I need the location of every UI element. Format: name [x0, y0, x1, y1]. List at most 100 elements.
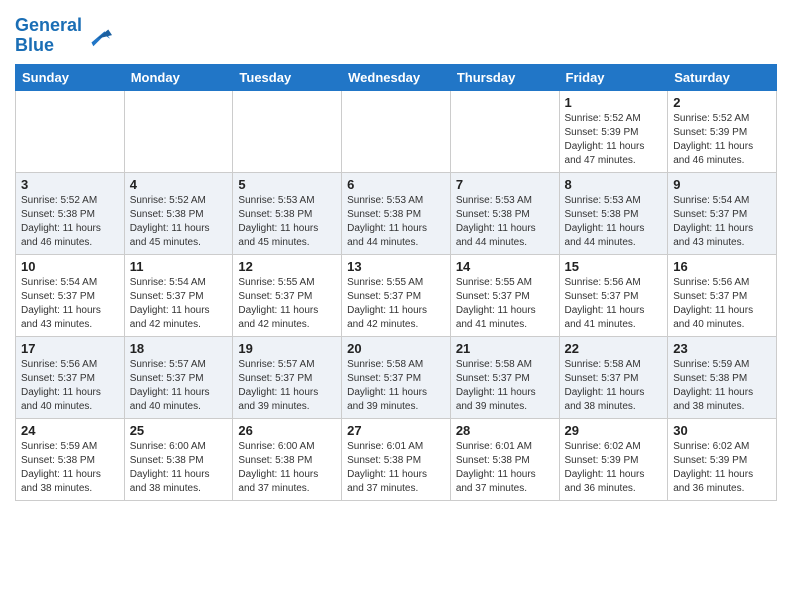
calendar-week-row: 24 Sunrise: 5:59 AM Sunset: 5:38 PM Dayli…	[16, 418, 777, 500]
calendar-cell: 12 Sunrise: 5:55 AM Sunset: 5:37 PM Dayli…	[233, 254, 342, 336]
calendar-cell: 19 Sunrise: 5:57 AM Sunset: 5:37 PM Dayli…	[233, 336, 342, 418]
day-info: Sunrise: 5:57 AM Sunset: 5:37 PM Dayligh…	[130, 358, 228, 414]
day-number: 14	[456, 259, 554, 274]
day-number: 26	[238, 423, 336, 438]
logo: General Blue	[15, 16, 112, 56]
calendar-cell: 7 Sunrise: 5:53 AM Sunset: 5:38 PM Daylig…	[450, 172, 559, 254]
calendar-cell: 21 Sunrise: 5:58 AM Sunset: 5:37 PM Dayli…	[450, 336, 559, 418]
day-info: Sunrise: 5:58 AM Sunset: 5:37 PM Dayligh…	[565, 358, 663, 414]
weekday-header-friday: Friday	[559, 64, 668, 90]
day-info: Sunrise: 5:53 AM Sunset: 5:38 PM Dayligh…	[347, 194, 445, 250]
calendar-week-row: 3 Sunrise: 5:52 AM Sunset: 5:38 PM Daylig…	[16, 172, 777, 254]
day-info: Sunrise: 5:58 AM Sunset: 5:37 PM Dayligh…	[456, 358, 554, 414]
day-number: 7	[456, 177, 554, 192]
day-info: Sunrise: 6:01 AM Sunset: 5:38 PM Dayligh…	[347, 440, 445, 496]
day-info: Sunrise: 5:59 AM Sunset: 5:38 PM Dayligh…	[21, 440, 119, 496]
calendar-cell	[16, 90, 125, 172]
calendar-week-row: 17Sunrise: 5:56 AM Sunset: 5:37 PM Dayli…	[16, 336, 777, 418]
header: General Blue	[15, 10, 777, 56]
day-number: 9	[673, 177, 771, 192]
day-number: 20	[347, 341, 445, 356]
day-info: Sunrise: 5:53 AM Sunset: 5:38 PM Dayligh…	[456, 194, 554, 250]
calendar-cell: 16 Sunrise: 5:56 AM Sunset: 5:37 PM Dayli…	[668, 254, 777, 336]
day-info: Sunrise: 5:59 AM Sunset: 5:38 PM Dayligh…	[673, 358, 771, 414]
day-info: Sunrise: 5:56 AM Sunset: 5:37 PM Dayligh…	[565, 276, 663, 332]
day-number: 23	[673, 341, 771, 356]
day-number: 21	[456, 341, 554, 356]
calendar-cell: 3 Sunrise: 5:52 AM Sunset: 5:38 PM Daylig…	[16, 172, 125, 254]
day-info: Sunrise: 5:54 AM Sunset: 5:37 PM Dayligh…	[673, 194, 771, 250]
calendar-cell: 9 Sunrise: 5:54 AM Sunset: 5:37 PM Daylig…	[668, 172, 777, 254]
day-info: Sunrise: 5:55 AM Sunset: 5:37 PM Dayligh…	[456, 276, 554, 332]
calendar-cell: 30 Sunrise: 6:02 AM Sunset: 5:39 PM Dayli…	[668, 418, 777, 500]
day-info: Sunrise: 5:57 AM Sunset: 5:37 PM Dayligh…	[238, 358, 336, 414]
day-info: Sunrise: 6:02 AM Sunset: 5:39 PM Dayligh…	[565, 440, 663, 496]
calendar-cell	[124, 90, 233, 172]
day-info: Sunrise: 6:00 AM Sunset: 5:38 PM Dayligh…	[130, 440, 228, 496]
calendar-cell: 6 Sunrise: 5:53 AM Sunset: 5:38 PM Daylig…	[342, 172, 451, 254]
calendar-cell: 24 Sunrise: 5:59 AM Sunset: 5:38 PM Dayli…	[16, 418, 125, 500]
logo-icon	[84, 22, 112, 50]
day-number: 18	[130, 341, 228, 356]
day-info: Sunrise: 6:00 AM Sunset: 5:38 PM Dayligh…	[238, 440, 336, 496]
calendar-cell: 25 Sunrise: 6:00 AM Sunset: 5:38 PM Dayli…	[124, 418, 233, 500]
calendar-cell: 13Sunrise: 5:55 AM Sunset: 5:37 PM Dayli…	[342, 254, 451, 336]
calendar-cell: 27 Sunrise: 6:01 AM Sunset: 5:38 PM Dayli…	[342, 418, 451, 500]
day-number: 29	[565, 423, 663, 438]
page: General Blue SundayMondayTuesdayWednesda…	[0, 0, 792, 516]
calendar-cell: 11 Sunrise: 5:54 AM Sunset: 5:37 PM Dayli…	[124, 254, 233, 336]
weekday-header-wednesday: Wednesday	[342, 64, 451, 90]
calendar-cell: 18 Sunrise: 5:57 AM Sunset: 5:37 PM Dayli…	[124, 336, 233, 418]
day-info: Sunrise: 5:52 AM Sunset: 5:39 PM Dayligh…	[673, 112, 771, 168]
day-number: 1	[565, 95, 663, 110]
weekday-header-tuesday: Tuesday	[233, 64, 342, 90]
day-number: 30	[673, 423, 771, 438]
logo-text: General Blue	[15, 16, 82, 56]
calendar-cell: 4 Sunrise: 5:52 AM Sunset: 5:38 PM Daylig…	[124, 172, 233, 254]
day-number: 22	[565, 341, 663, 356]
calendar-cell: 23 Sunrise: 5:59 AM Sunset: 5:38 PM Dayli…	[668, 336, 777, 418]
day-info: Sunrise: 5:54 AM Sunset: 5:37 PM Dayligh…	[130, 276, 228, 332]
day-number: 3	[21, 177, 119, 192]
day-number: 25	[130, 423, 228, 438]
day-info: Sunrise: 5:52 AM Sunset: 5:38 PM Dayligh…	[130, 194, 228, 250]
day-info: Sunrise: 5:54 AM Sunset: 5:37 PM Dayligh…	[21, 276, 119, 332]
day-number: 12	[238, 259, 336, 274]
calendar-cell: 10 Sunrise: 5:54 AM Sunset: 5:37 PM Dayli…	[16, 254, 125, 336]
calendar-cell	[233, 90, 342, 172]
calendar-cell: 29 Sunrise: 6:02 AM Sunset: 5:39 PM Dayli…	[559, 418, 668, 500]
day-info: Sunrise: 5:53 AM Sunset: 5:38 PM Dayligh…	[565, 194, 663, 250]
day-number: 2	[673, 95, 771, 110]
day-number: 8	[565, 177, 663, 192]
day-number: 19	[238, 341, 336, 356]
calendar-cell: 26 Sunrise: 6:00 AM Sunset: 5:38 PM Dayli…	[233, 418, 342, 500]
calendar-cell: 22 Sunrise: 5:58 AM Sunset: 5:37 PM Dayli…	[559, 336, 668, 418]
day-number: 10	[21, 259, 119, 274]
day-number: 4	[130, 177, 228, 192]
day-number: 16	[673, 259, 771, 274]
calendar-cell: 15 Sunrise: 5:56 AM Sunset: 5:37 PM Dayli…	[559, 254, 668, 336]
day-info: Sunrise: 5:52 AM Sunset: 5:38 PM Dayligh…	[21, 194, 119, 250]
day-number: 27	[347, 423, 445, 438]
calendar-cell: 17Sunrise: 5:56 AM Sunset: 5:37 PM Dayli…	[16, 336, 125, 418]
calendar-cell: 2 Sunrise: 5:52 AM Sunset: 5:39 PM Daylig…	[668, 90, 777, 172]
day-number: 6	[347, 177, 445, 192]
day-info: Sunrise: 5:55 AM Sunset: 5:37 PM Dayligh…	[238, 276, 336, 332]
calendar-cell: 5 Sunrise: 5:53 AM Sunset: 5:38 PM Daylig…	[233, 172, 342, 254]
day-info: Sunrise: 6:01 AM Sunset: 5:38 PM Dayligh…	[456, 440, 554, 496]
day-number: 15	[565, 259, 663, 274]
day-number: 5	[238, 177, 336, 192]
calendar-week-row: 10 Sunrise: 5:54 AM Sunset: 5:37 PM Dayli…	[16, 254, 777, 336]
weekday-header-monday: Monday	[124, 64, 233, 90]
weekday-header-saturday: Saturday	[668, 64, 777, 90]
day-info: Sunrise: 6:02 AM Sunset: 5:39 PM Dayligh…	[673, 440, 771, 496]
day-number: 24	[21, 423, 119, 438]
day-info: Sunrise: 5:56 AM Sunset: 5:37 PM Dayligh…	[673, 276, 771, 332]
day-info: Sunrise: 5:55 AM Sunset: 5:37 PM Dayligh…	[347, 276, 445, 332]
calendar-table: SundayMondayTuesdayWednesdayThursdayFrid…	[15, 64, 777, 501]
weekday-header-sunday: Sunday	[16, 64, 125, 90]
day-info: Sunrise: 5:53 AM Sunset: 5:38 PM Dayligh…	[238, 194, 336, 250]
calendar-cell: 28Sunrise: 6:01 AM Sunset: 5:38 PM Dayli…	[450, 418, 559, 500]
day-info: Sunrise: 5:56 AM Sunset: 5:37 PM Dayligh…	[21, 358, 119, 414]
day-number: 11	[130, 259, 228, 274]
